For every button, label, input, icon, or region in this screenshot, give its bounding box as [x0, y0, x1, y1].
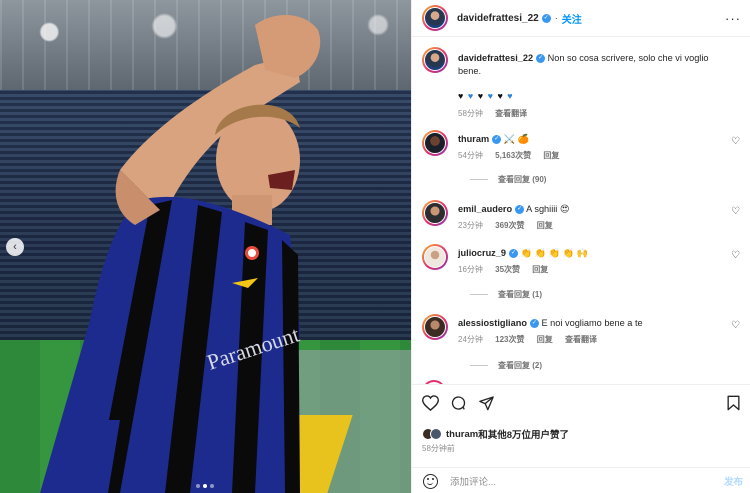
- slide-dot: [196, 484, 200, 488]
- comment-username[interactable]: thuram: [458, 134, 489, 144]
- comment-likes[interactable]: 5,163次赞: [495, 151, 531, 160]
- slide-dot-active: [203, 484, 207, 488]
- reply-button[interactable]: 回复: [543, 151, 559, 160]
- comment-likes[interactable]: 123次赞: [495, 335, 524, 344]
- verified-badge-icon: ✓: [536, 54, 546, 64]
- comment-username[interactable]: alessiostigliano: [458, 318, 527, 328]
- comment-input[interactable]: 添加评论...: [450, 474, 724, 488]
- player-figure: Paramount: [40, 14, 321, 493]
- bookmark-icon[interactable]: [726, 395, 741, 415]
- comment-username[interactable]: juliocruz_9: [458, 248, 506, 258]
- avatar[interactable]: [422, 47, 448, 73]
- comment-like-heart-icon[interactable]: ♡: [731, 320, 740, 331]
- comment-time: 16分钟: [458, 265, 483, 274]
- comment-text: A sghiiii 😍: [526, 204, 570, 214]
- separator-dot: ·: [554, 13, 558, 23]
- black-heart-icon: ♥: [458, 91, 465, 101]
- view-replies-label: 查看回复 (1): [498, 290, 542, 299]
- comment-time: 24分钟: [458, 335, 483, 344]
- post-actions: thuram 和其他8万位用户赞了 58分钟前 添加评论... 发布: [412, 384, 750, 493]
- liked-by-rest[interactable]: 和其他8万位用户赞了: [478, 427, 569, 441]
- blue-heart-icon: ♥: [487, 91, 494, 101]
- see-translation-link[interactable]: 查看翻译: [565, 335, 597, 344]
- view-replies-label: 查看回复 (2): [498, 361, 542, 370]
- view-replies-button[interactable]: 查看回复 (1): [470, 289, 542, 300]
- reply-button[interactable]: 回复: [532, 265, 548, 274]
- reply-button[interactable]: 回复: [537, 335, 553, 344]
- post-comment-button[interactable]: 发布: [724, 474, 743, 488]
- caption-time: 58分钟: [458, 109, 483, 118]
- verified-badge-icon: ✓: [509, 249, 518, 259]
- comment-like-heart-icon[interactable]: ♡: [731, 250, 740, 261]
- view-replies-button[interactable]: 查看回复 (2): [470, 360, 542, 371]
- comment-icon[interactable]: [450, 395, 467, 415]
- avatar[interactable]: [422, 5, 448, 31]
- post-photo[interactable]: Paramount ‹: [0, 0, 411, 493]
- heart-icon[interactable]: [421, 395, 440, 415]
- slide-indicator: [196, 484, 214, 488]
- comment-text: 👏 👏 👏 👏 🙌: [520, 248, 588, 258]
- liked-by[interactable]: thuram 和其他8万位用户赞了: [422, 427, 569, 441]
- black-heart-icon: ♥: [477, 91, 485, 101]
- follow-button[interactable]: 关注: [562, 11, 582, 26]
- comment-time: 54分钟: [458, 151, 483, 160]
- avatar[interactable]: [422, 130, 448, 156]
- verified-badge-icon: ✓: [515, 205, 525, 215]
- comment-like-heart-icon[interactable]: ♡: [731, 206, 740, 217]
- reply-button[interactable]: 回复: [537, 221, 553, 230]
- comment-text: E noi vogliamo bene a te: [541, 318, 643, 328]
- liker-avatar: [430, 428, 442, 440]
- caption-username[interactable]: davidefrattesi_22: [458, 53, 533, 63]
- comment-likes[interactable]: 369次赞: [495, 221, 524, 230]
- see-translation-link[interactable]: 查看翻译: [495, 109, 527, 118]
- author-username[interactable]: davidefrattesi_22: [457, 13, 539, 24]
- blue-heart-icon: ♥: [507, 91, 514, 101]
- comment-likes[interactable]: 35次赞: [495, 265, 520, 274]
- comment-like-heart-icon[interactable]: ♡: [731, 136, 740, 147]
- previous-slide-button[interactable]: ‹: [6, 238, 24, 256]
- verified-badge-icon: ✓: [541, 13, 551, 23]
- comment-time: 23分钟: [458, 221, 483, 230]
- comment-username[interactable]: emil_audero: [458, 204, 512, 214]
- view-replies-button[interactable]: 查看回复 (90): [470, 174, 546, 185]
- post-side-panel: davidefrattesi_22 ✓ · 关注 ··· davidefratt…: [411, 0, 750, 493]
- comment-text: ⚔️ 🍊: [503, 134, 530, 144]
- caption-hearts: ♥ ♥ ♥ ♥ ♥ ♥: [458, 90, 718, 103]
- black-heart-icon: ♥: [497, 91, 504, 101]
- emoji-icon[interactable]: [423, 473, 438, 489]
- verified-badge-icon: ✓: [529, 319, 539, 329]
- avatar[interactable]: [422, 200, 448, 226]
- comments-list[interactable]: davidefrattesi_22 ✓ Non so cosa scrivere,…: [412, 37, 750, 384]
- avatar[interactable]: [422, 314, 448, 340]
- slide-dot: [210, 484, 214, 488]
- post-header: davidefrattesi_22 ✓ · 关注 ···: [412, 0, 750, 37]
- share-icon[interactable]: [478, 395, 495, 415]
- avatar[interactable]: [422, 244, 448, 270]
- comment-bar: 添加评论... 发布: [412, 467, 750, 493]
- post-time: 58分钟前: [422, 444, 455, 453]
- verified-badge-icon: ✓: [492, 135, 502, 145]
- more-horizontal-icon[interactable]: ···: [725, 11, 741, 26]
- view-replies-label: 查看回复 (90): [498, 175, 547, 184]
- blue-heart-icon: ♥: [467, 91, 475, 101]
- liked-by-user[interactable]: thuram: [446, 429, 478, 440]
